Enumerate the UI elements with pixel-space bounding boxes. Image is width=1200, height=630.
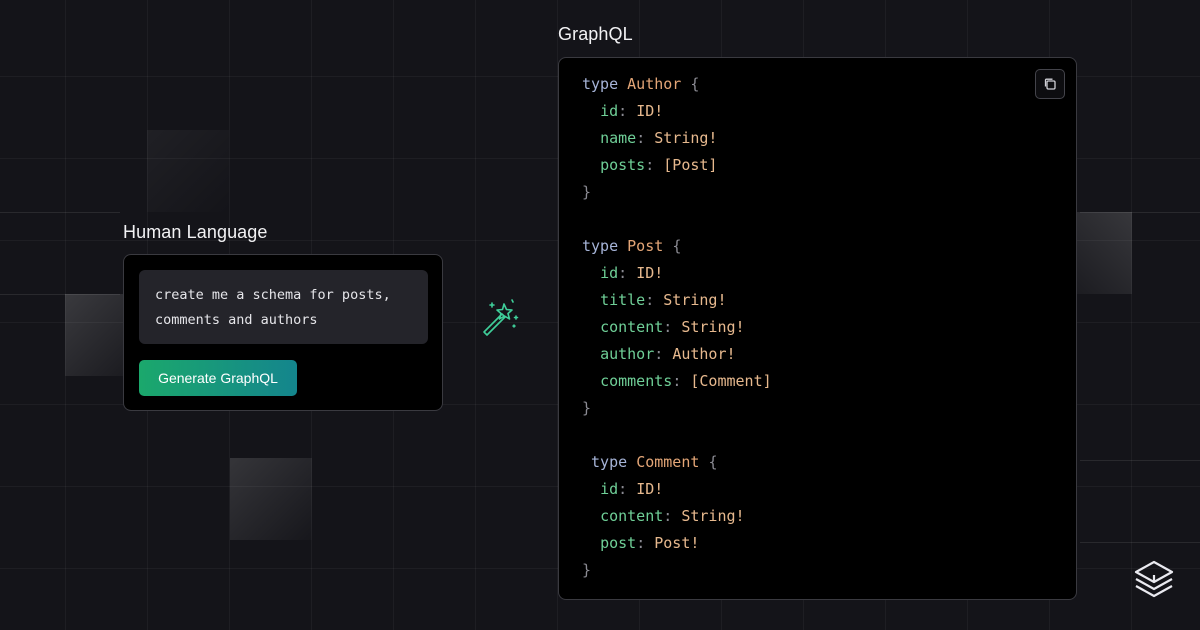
code-line: posts: [Post]: [582, 152, 772, 179]
code-line: comments: [Comment]: [582, 368, 772, 395]
code-brace: }: [582, 561, 592, 579]
grid-accent-line: [1080, 212, 1200, 213]
code-type-name: Comment: [636, 453, 700, 471]
code-field-type: ID!: [636, 264, 664, 282]
code-field-type: String!: [681, 507, 745, 525]
code-field-name: title: [600, 291, 646, 309]
code-colon: :: [618, 264, 628, 282]
code-type-name: Author: [627, 75, 682, 93]
code-field-name: posts: [600, 156, 646, 174]
generate-graphql-button[interactable]: Generate GraphQL: [139, 360, 297, 396]
code-line: }: [582, 395, 772, 422]
code-colon: :: [654, 345, 664, 363]
code-field-name: content: [600, 318, 664, 336]
code-line: content: String!: [582, 503, 772, 530]
code-brace: {: [708, 453, 718, 471]
code-field-type: [Post]: [663, 156, 718, 174]
code-line: title: String!: [582, 287, 772, 314]
code-line: type Post {: [582, 233, 772, 260]
code-field-name: post: [600, 534, 637, 552]
code-keyword: type: [582, 75, 619, 93]
graphql-code-card: type Author { id: ID! name: String! post…: [558, 57, 1077, 600]
code-field-type: String!: [681, 318, 745, 336]
code-line: }: [582, 179, 772, 206]
code-colon: :: [618, 480, 628, 498]
code-field-name: author: [600, 345, 655, 363]
code-field-type: [Comment]: [690, 372, 772, 390]
human-language-label: Human Language: [123, 222, 268, 242]
code-field-type: ID!: [636, 102, 664, 120]
code-line: id: ID!: [582, 476, 772, 503]
code-line: content: String!: [582, 314, 772, 341]
code-brace: }: [582, 399, 592, 417]
code-field-type: Author!: [672, 345, 736, 363]
grid-accent-line: [0, 212, 120, 213]
grid-accent-line: [1080, 460, 1200, 461]
code-keyword: type: [591, 453, 628, 471]
code-line: author: Author!: [582, 341, 772, 368]
stacked-layers-logo-icon: [1134, 560, 1174, 598]
code-colon: :: [672, 372, 682, 390]
code-field-type: String!: [663, 291, 727, 309]
copy-icon: [1044, 78, 1056, 90]
code-keyword: type: [582, 237, 619, 255]
code-brace: }: [582, 183, 592, 201]
code-field-type: Post!: [654, 534, 700, 552]
grid-accent-line: [1080, 542, 1200, 543]
copy-button[interactable]: [1035, 69, 1065, 99]
grid-accent-line: [0, 294, 120, 295]
canvas: Human Language create me a schema for po…: [0, 0, 1200, 630]
code-type-name: Post: [627, 237, 664, 255]
code-field-name: id: [600, 480, 619, 498]
magic-wand-icon: [483, 299, 519, 336]
background-tile: [147, 130, 229, 212]
prompt-input[interactable]: create me a schema for posts, comments a…: [139, 270, 428, 344]
code-colon: :: [636, 534, 646, 552]
code-field-name: name: [600, 129, 637, 147]
background-tile: [230, 458, 312, 540]
code-field-name: content: [600, 507, 664, 525]
code-line: id: ID!: [582, 98, 772, 125]
code-line: }: [582, 557, 772, 584]
graphql-code-block: type Author { id: ID! name: String! post…: [582, 71, 772, 584]
code-brace: {: [690, 75, 700, 93]
code-colon: :: [636, 129, 646, 147]
code-field-type: ID!: [636, 480, 664, 498]
code-field-type: String!: [654, 129, 718, 147]
code-field-name: comments: [600, 372, 673, 390]
code-colon: :: [645, 156, 655, 174]
code-colon: :: [645, 291, 655, 309]
code-line: id: ID!: [582, 260, 772, 287]
graphql-label: GraphQL: [558, 24, 633, 44]
code-line: type Author {: [582, 71, 772, 98]
human-language-card: create me a schema for posts, comments a…: [123, 254, 443, 411]
code-field-name: id: [600, 264, 619, 282]
code-colon: :: [618, 102, 628, 120]
code-brace: {: [672, 237, 682, 255]
code-line: post: Post!: [582, 530, 772, 557]
code-colon: :: [663, 318, 673, 336]
code-field-name: id: [600, 102, 619, 120]
code-line: name: String!: [582, 125, 772, 152]
code-line: type Comment {: [582, 449, 772, 476]
code-colon: :: [663, 507, 673, 525]
